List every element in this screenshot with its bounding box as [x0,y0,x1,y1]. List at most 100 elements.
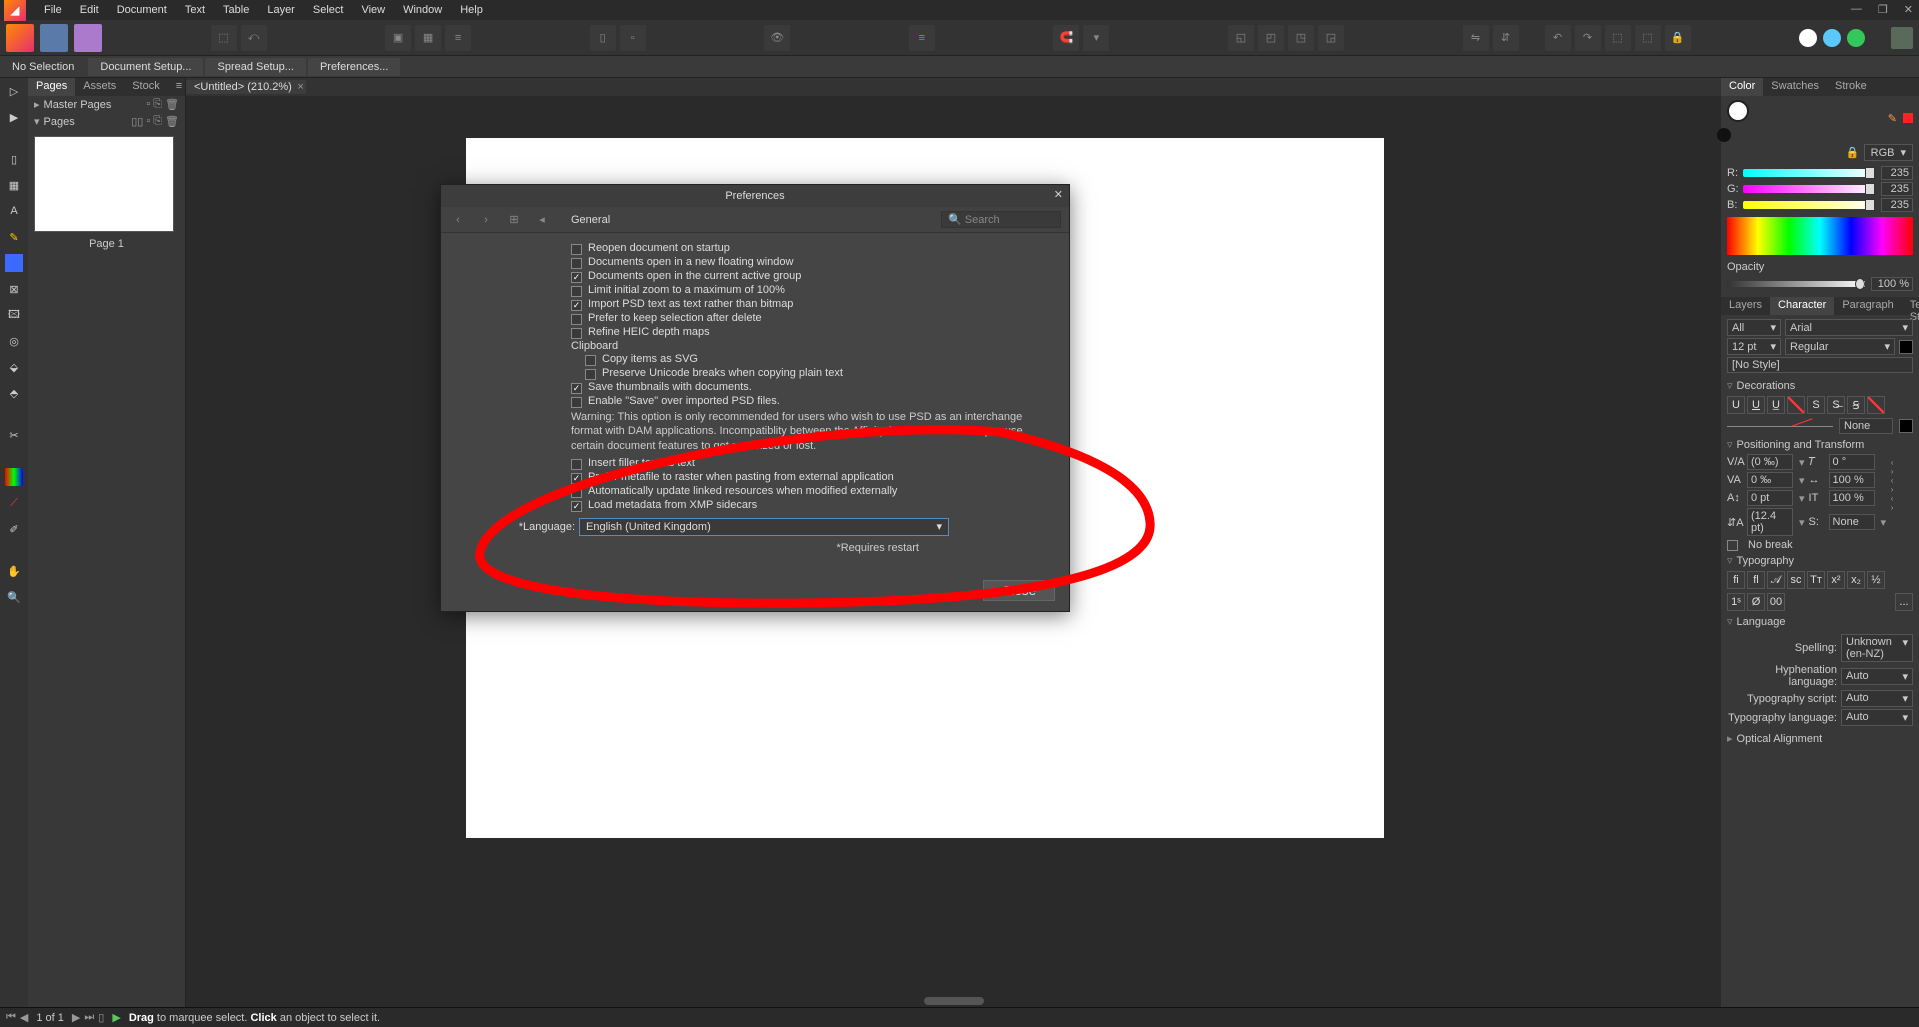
group-icon[interactable]: ⬚ [1605,25,1631,51]
spelling-select[interactable]: Unknown (en-NZ)▾ [1841,634,1913,662]
nav-forward-icon[interactable]: › [477,214,495,226]
duplicate-master-icon[interactable]: ⎘ [153,98,162,111]
language-select[interactable]: English (United Kingdom)▾ [579,518,949,536]
optical-alignment-header[interactable]: Optical Alignment [1737,733,1823,745]
rotate-ccw-icon[interactable]: ↶ [1545,25,1571,51]
color-picker-tool-icon[interactable] [5,468,23,486]
delete-page-icon[interactable]: 🗑 [165,115,179,128]
page-thumbnail[interactable] [34,136,174,232]
no-break-checkbox[interactable] [1727,540,1738,551]
fill-tool-icon[interactable]: ⬙ [5,358,23,376]
move-front-icon[interactable]: ◲ [1318,25,1344,51]
shear-value[interactable]: None [1829,514,1875,530]
resource-manager-icon[interactable] [1799,29,1817,47]
minimize-icon[interactable]: — [1851,3,1862,16]
rectangle-tool-icon[interactable] [5,254,23,272]
typo-super-icon[interactable]: x² [1827,571,1845,589]
table-tool-icon[interactable]: ▦ [5,176,23,194]
artistic-text-tool-icon[interactable]: A [5,202,23,220]
language-header[interactable]: Language [1737,616,1786,628]
double-underline-icon[interactable]: U̲ [1767,396,1785,414]
maximize-icon[interactable]: ❐ [1878,3,1888,16]
typo-more-button[interactable]: ... [1895,593,1913,611]
checkbox[interactable] [571,473,582,484]
horizontal-scrollbar[interactable] [186,995,1721,1007]
tab-layers[interactable]: Layers [1721,297,1770,315]
move-backward-icon[interactable]: ◰ [1258,25,1284,51]
checkbox[interactable] [571,397,582,408]
checkbox[interactable] [585,369,596,380]
menu-help[interactable]: Help [460,4,483,16]
snapping-icon[interactable]: 🧲 [1053,25,1079,51]
defaults-revert-icon[interactable]: ⤺ [241,25,267,51]
move-back-icon[interactable]: ◱ [1228,25,1254,51]
crop-tool-icon[interactable]: ✂ [5,426,23,444]
picture-frame-tool-icon[interactable]: ⊠ [5,280,23,298]
flip-v-icon[interactable]: ⇵ [1493,25,1519,51]
duplicate-page-icon[interactable]: ⎘ [153,115,162,128]
checkbox[interactable] [571,487,582,498]
ungroup-icon[interactable]: ⬚ [1635,25,1661,51]
preflight-icon[interactable] [1823,29,1841,47]
typo-tabular-icon[interactable]: 00 [1767,593,1785,611]
tab-paragraph[interactable]: Paragraph [1834,297,1901,315]
clip-canvas-icon[interactable]: ▣ [385,25,411,51]
positioning-header[interactable]: Positioning and Transform [1737,439,1865,451]
next-page-icon[interactable]: ▶ [72,1011,80,1024]
baseline-grid-icon[interactable]: ▯ [590,25,616,51]
g-slider[interactable] [1743,185,1875,193]
underline2-icon[interactable]: U [1747,396,1765,414]
stroke-swatch-icon[interactable] [1717,128,1731,142]
checkbox[interactable] [585,355,596,366]
zoom-tool-icon[interactable]: 🔍 [5,588,23,606]
prev-page-icon[interactable]: ◀ [20,1011,28,1024]
close-window-icon[interactable]: ✕ [1904,3,1913,16]
tab-color[interactable]: Color [1721,78,1763,96]
typo-swash-icon[interactable]: 𝒜 [1767,571,1785,589]
move-tool-icon[interactable]: ▷ [5,82,23,100]
hue-spectrum[interactable] [1727,217,1913,255]
add-page-icon[interactable]: ▫ [146,115,150,128]
opacity-value[interactable]: 100 % [1871,277,1913,291]
vector-crop-tool-icon[interactable]: ◎ [5,332,23,350]
delete-master-icon[interactable]: 🗑 [165,98,179,111]
kerning-value[interactable]: (0 ‰) [1747,454,1793,470]
r-slider[interactable] [1743,169,1875,177]
facing-icon[interactable]: ▯▯ [131,115,143,128]
typo-caps-icon[interactable]: Tᴛ [1807,571,1825,589]
grid-view-icon[interactable]: ⊞ [505,213,523,226]
section-manager-icon[interactable] [1847,29,1865,47]
font-weight-select[interactable]: Regular▾ [1785,338,1895,355]
close-tab-icon[interactable]: × [297,81,303,93]
rotate-cw-icon[interactable]: ↷ [1575,25,1601,51]
add-master-icon[interactable]: ▫ [146,98,150,111]
typo-ligatures-icon[interactable]: fi [1727,571,1745,589]
leading-value[interactable]: (12.4 pt) [1747,508,1793,536]
menu-view[interactable]: View [361,4,385,16]
checkbox[interactable] [571,459,582,470]
font-size-select[interactable]: 12 pt▾ [1727,338,1781,355]
checkbox[interactable] [571,272,582,283]
typo-script-select[interactable]: Auto▾ [1841,690,1913,707]
typo-frac-icon[interactable]: ½ [1867,571,1885,589]
menu-select[interactable]: Select [313,4,344,16]
tab-swatches[interactable]: Swatches [1763,78,1827,96]
hyphenation-select[interactable]: Auto▾ [1841,668,1913,685]
show-guides-icon[interactable]: ≡ [445,25,471,51]
menu-table[interactable]: Table [223,4,249,16]
spread-icon[interactable]: ▯ [98,1011,104,1024]
checkbox[interactable] [571,300,582,311]
account-icon[interactable] [1891,27,1913,49]
menu-file[interactable]: File [44,4,62,16]
show-grid-icon[interactable]: ▦ [415,25,441,51]
decorations-header[interactable]: Decorations [1737,380,1796,392]
text-flow-icon[interactable]: ▫ [620,25,646,51]
tab-stroke[interactable]: Stroke [1827,78,1875,96]
prefs-search-input[interactable]: 🔍 Search [941,211,1061,228]
tab-assets[interactable]: Assets [75,78,124,96]
align-icon[interactable]: ≡ [909,25,935,51]
frame-text-tool-icon[interactable]: ▯ [5,150,23,168]
tab-character[interactable]: Character [1770,297,1834,315]
b-value[interactable]: 235 [1881,198,1913,212]
decoration-color-swatch[interactable] [1899,419,1913,433]
